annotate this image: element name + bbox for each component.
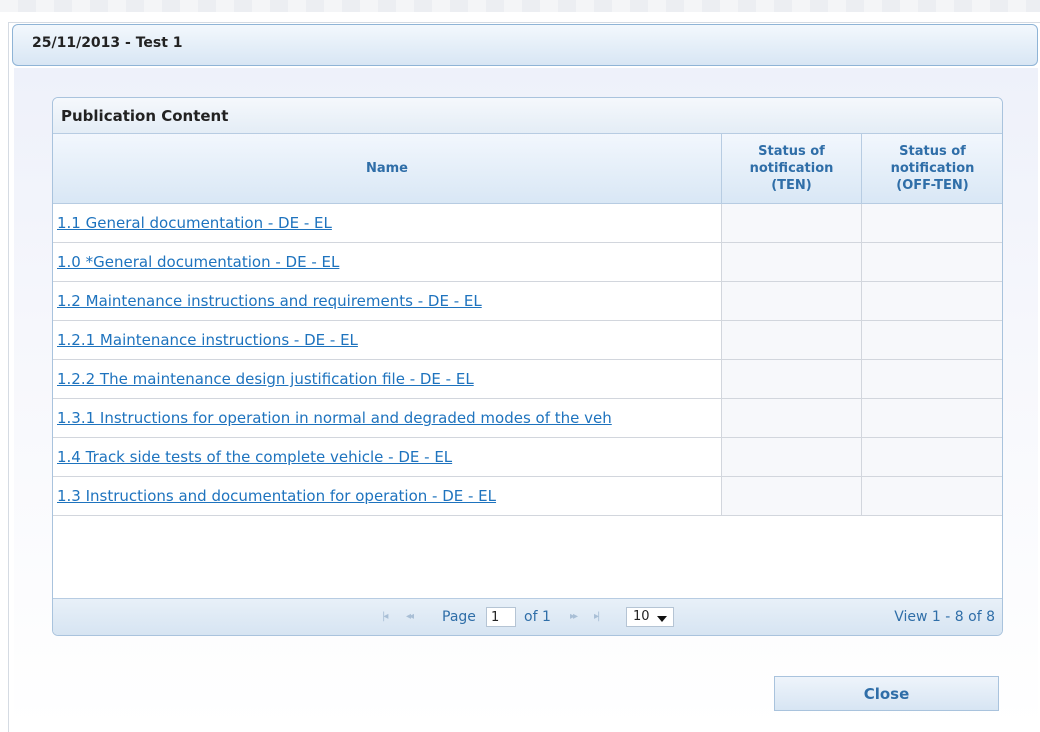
column-header-status-ten[interactable]: Status of notification (TEN)	[722, 134, 862, 204]
column-header-ten-line1: Status of	[758, 144, 825, 159]
page-number-input[interactable]	[486, 607, 516, 627]
publication-link[interactable]: 1.2.1 Maintenance instructions - DE - EL	[57, 331, 358, 349]
dialog-title: 25/11/2013 - Test 1	[32, 35, 183, 51]
publication-content-grid: Publication Content Name Status of notif…	[52, 97, 1003, 636]
publication-link[interactable]: 1.3.1 Instructions for operation in norm…	[57, 409, 612, 427]
cell-status-ten	[722, 204, 862, 242]
table-row[interactable]: 1.2.2 The maintenance design justificati…	[53, 360, 1002, 399]
cell-status-ten	[722, 321, 862, 359]
cell-status-off-ten	[862, 399, 1002, 437]
close-button[interactable]: Close	[774, 676, 999, 711]
cell-status-ten	[722, 243, 862, 281]
cell-name: 1.3 Instructions and documentation for o…	[53, 477, 722, 515]
next-page-icon[interactable]: ▸▸	[570, 611, 578, 622]
grid-caption: Publication Content	[53, 98, 1002, 134]
cell-status-off-ten	[862, 438, 1002, 476]
table-row[interactable]: 1.3.1 Instructions for operation in norm…	[53, 399, 1002, 438]
cell-name: 1.1 General documentation - DE - EL	[53, 204, 722, 242]
cell-status-ten	[722, 438, 862, 476]
grid-caption-title: Publication Content	[61, 107, 229, 125]
table-row[interactable]: 1.4 Track side tests of the complete veh…	[53, 438, 1002, 477]
table-row[interactable]: 1.3 Instructions and documentation for o…	[53, 477, 1002, 516]
cell-status-ten	[722, 282, 862, 320]
chevron-down-icon	[657, 616, 667, 622]
publication-link[interactable]: 1.3 Instructions and documentation for o…	[57, 487, 496, 505]
page-label: Page	[442, 609, 476, 625]
column-header-name-label: Name	[365, 161, 408, 176]
cell-name: 1.0 *General documentation - DE - EL	[53, 243, 722, 281]
cell-status-ten	[722, 477, 862, 515]
column-header-ten-line2: notification	[749, 161, 834, 176]
cell-status-off-ten	[862, 321, 1002, 359]
column-header-name[interactable]: Name	[53, 134, 722, 204]
table-row[interactable]: 1.2.1 Maintenance instructions - DE - EL	[53, 321, 1002, 360]
column-header-off-ten-line2: notification	[890, 161, 975, 176]
pager: |◂ ◂◂ Page of 1 ▸▸ ▸| 10 View 1 - 8 of 8	[53, 598, 1002, 635]
publication-link[interactable]: 1.2.2 The maintenance design justificati…	[57, 370, 474, 388]
cell-name: 1.2.1 Maintenance instructions - DE - EL	[53, 321, 722, 359]
rows-per-page-select[interactable]: 10	[626, 607, 674, 627]
window-top-strip	[0, 0, 1040, 12]
column-header-status-off-ten[interactable]: Status of notification (OFF-TEN)	[862, 134, 1002, 204]
cell-status-ten	[722, 360, 862, 398]
cell-name: 1.3.1 Instructions for operation in norm…	[53, 399, 722, 437]
view-records-info: View 1 - 8 of 8	[894, 609, 995, 625]
cell-status-off-ten	[862, 282, 1002, 320]
last-page-icon[interactable]: ▸|	[594, 611, 601, 622]
table-row[interactable]: 1.0 *General documentation - DE - EL	[53, 243, 1002, 282]
column-header-off-ten-line1: Status of	[899, 144, 966, 159]
publication-link[interactable]: 1.0 *General documentation - DE - EL	[57, 253, 339, 271]
cell-name: 1.2 Maintenance instructions and require…	[53, 282, 722, 320]
cell-status-off-ten	[862, 477, 1002, 515]
page-count-label: of 1	[524, 609, 551, 625]
cell-name: 1.4 Track side tests of the complete veh…	[53, 438, 722, 476]
cell-name: 1.2.2 The maintenance design justificati…	[53, 360, 722, 398]
prev-page-icon[interactable]: ◂◂	[406, 611, 414, 622]
cell-status-off-ten	[862, 204, 1002, 242]
first-page-icon[interactable]: |◂	[382, 611, 389, 622]
cell-status-off-ten	[862, 360, 1002, 398]
table-row[interactable]: 1.2 Maintenance instructions and require…	[53, 282, 1002, 321]
cell-status-off-ten	[862, 243, 1002, 281]
cell-status-ten	[722, 399, 862, 437]
rows-per-page-value: 10	[633, 609, 650, 624]
grid-empty-area	[53, 516, 1002, 598]
column-header-ten-line3: (TEN)	[771, 178, 812, 193]
column-header-off-ten-line3: (OFF-TEN)	[896, 178, 969, 193]
publication-link[interactable]: 1.2 Maintenance instructions and require…	[57, 292, 482, 310]
publication-link[interactable]: 1.1 General documentation - DE - EL	[57, 214, 332, 232]
table-row[interactable]: 1.1 General documentation - DE - EL	[53, 204, 1002, 243]
publication-link[interactable]: 1.4 Track side tests of the complete veh…	[57, 448, 452, 466]
